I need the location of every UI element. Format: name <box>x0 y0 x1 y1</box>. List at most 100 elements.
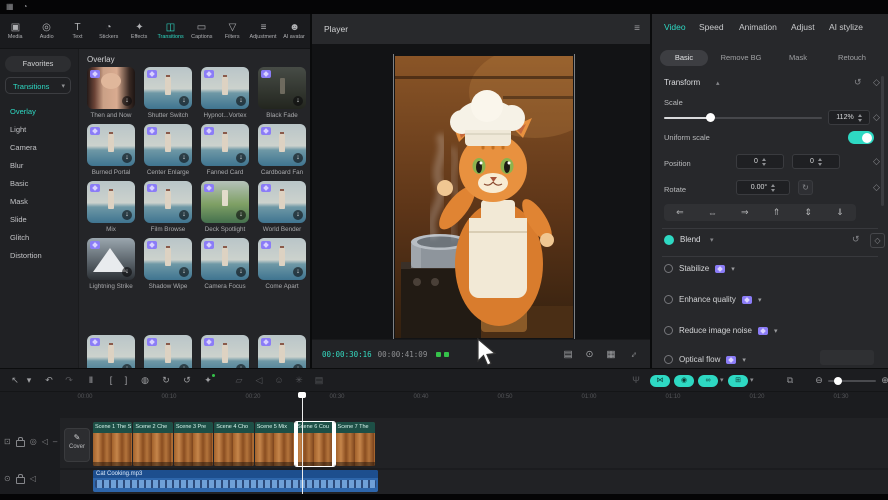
stepper-icon[interactable] <box>762 158 766 166</box>
enhance-quality-checkbox[interactable] <box>664 295 673 304</box>
zoom-in-icon[interactable]: ⊕ <box>878 369 888 393</box>
transition-card-then-and-now[interactable]: ↓Then and Now <box>87 67 135 119</box>
keyframe-icon[interactable]: ◇ <box>870 233 885 248</box>
category-distortion[interactable]: Distortion <box>10 251 42 260</box>
ribbon-tab-adjustment[interactable]: ≡Adjustment <box>248 14 279 48</box>
tab-video[interactable]: Video <box>664 22 686 32</box>
portrait-tool-icon[interactable]: ☺ <box>272 369 286 393</box>
rotate-dial-icon[interactable]: ↻ <box>798 180 813 195</box>
transition-card-black-fade[interactable]: ↓Black Fade <box>258 67 306 119</box>
snapshot-icon[interactable]: ⊙ <box>586 349 594 360</box>
collapse-icon[interactable]: ▴ <box>716 79 720 87</box>
transition-card-hypnot-vortex[interactable]: ↓Hypnot...Vortex <box>201 67 249 119</box>
player-menu-icon[interactable]: ≡ <box>634 14 640 44</box>
transition-card-item[interactable]: ↓ <box>258 335 306 368</box>
snapping-toggle-button[interactable]: ◉ <box>674 375 694 387</box>
category-glitch[interactable]: Glitch <box>10 233 29 242</box>
chevron-down-icon[interactable]: ▾ <box>720 369 724 393</box>
optical-flow-checkbox[interactable] <box>664 355 673 364</box>
freeze-icon[interactable]: ◍ <box>138 369 152 393</box>
chevron-down-icon[interactable]: ▾ <box>742 356 746 364</box>
chevron-down-icon[interactable]: ▾ <box>731 265 735 273</box>
category-basic[interactable]: Basic <box>10 179 28 188</box>
lock-track-icon[interactable] <box>16 440 25 447</box>
audio-clip[interactable]: Cat Cooking.mp3 <box>93 470 378 492</box>
transition-card-item[interactable]: ↓ <box>87 335 135 368</box>
tab-animation[interactable]: Animation <box>739 22 777 32</box>
linking-toggle-button[interactable]: ∞ <box>698 375 718 387</box>
clip-scene-5-mix[interactable]: Scene 5 Mix <box>255 422 294 466</box>
record-voiceover-icon[interactable]: Ψ <box>628 369 644 393</box>
subtab-retouch[interactable]: Retouch <box>826 50 878 66</box>
mute-track-icon[interactable]: ◁ <box>42 437 48 446</box>
download-icon[interactable]: ↓ <box>293 267 303 277</box>
magnet-toggle-button[interactable]: ⋈ <box>650 375 670 387</box>
ribbon-tab-audio[interactable]: ◎Audio <box>31 14 62 48</box>
tab-speed[interactable]: Speed <box>699 22 724 32</box>
hide-track-icon[interactable]: ◎ <box>30 437 37 446</box>
transition-card-world-bender[interactable]: ↓World Bender <box>258 181 306 233</box>
download-icon[interactable]: ↓ <box>293 153 303 163</box>
clip-scene-4-cho[interactable]: Scene 4 Cho <box>214 422 253 466</box>
edit-cover-button[interactable]: ✎ Cover <box>64 428 90 462</box>
playhead[interactable] <box>302 392 303 494</box>
transition-card-fanned-card[interactable]: ↓Fanned Card <box>201 124 249 176</box>
chevron-down-icon[interactable]: ▾ <box>710 236 714 244</box>
chevron-down-icon[interactable]: ▾ <box>774 327 778 335</box>
ratio-icon[interactable]: ▤ <box>564 349 573 360</box>
download-icon[interactable]: ↓ <box>179 96 189 106</box>
transition-card-come-apart[interactable]: ↓Come Apart <box>258 238 306 290</box>
magic-wand-icon[interactable]: ✦ <box>201 369 215 393</box>
chevron-down-icon[interactable]: ▾ <box>758 296 762 304</box>
clip-scene-7-the[interactable]: Scene 7 The <box>336 422 375 466</box>
retouch-tool-icon[interactable]: ✳ <box>292 369 306 393</box>
transition-card-camera-focus[interactable]: ↓Camera Focus <box>201 238 249 290</box>
keyframe-icon[interactable]: ◇ <box>873 156 880 167</box>
download-icon[interactable]: ↓ <box>122 153 132 163</box>
position-x-field[interactable]: 0 <box>736 154 784 169</box>
caption-tool-icon[interactable]: ▤ <box>312 369 326 393</box>
transition-card-lightning-strike[interactable]: ↓Lightning Strike <box>87 238 135 290</box>
reduce-image-noise-checkbox[interactable] <box>664 326 673 335</box>
stabilize-checkbox[interactable] <box>664 264 673 273</box>
keyframe-icon[interactable]: ◇ <box>873 182 880 193</box>
transition-card-shutter-switch[interactable]: ↓Shutter Switch <box>144 67 192 119</box>
transition-card-cardboard-fan[interactable]: ↓Cardboard Fan <box>258 124 306 176</box>
download-icon[interactable]: ↓ <box>236 210 246 220</box>
clip-scene-1-the-s[interactable]: Scene 1 The S <box>93 422 132 466</box>
reverse-icon[interactable]: ↺ <box>180 369 194 393</box>
align-center-horizontal-icon[interactable]: ⇔ <box>708 208 717 218</box>
chevron-down-icon[interactable]: ▾ <box>750 369 754 393</box>
record-audio-icon[interactable]: ⊙ <box>4 474 11 483</box>
delete-right-icon[interactable]: ] <box>119 369 133 393</box>
ribbon-tab-captions[interactable]: ▭Captions <box>186 14 217 48</box>
screen-mirror-icon[interactable]: ⧉ <box>782 369 798 393</box>
position-y-field[interactable]: 0 <box>792 154 840 169</box>
zoom-out-icon[interactable]: ⊖ <box>812 369 826 393</box>
clip-scene-2-che[interactable]: Scene 2 Che <box>133 422 172 466</box>
ribbon-tab-transitions[interactable]: ◫Transitions <box>155 14 186 48</box>
scale-slider-knob[interactable] <box>706 113 715 122</box>
rotate-clip-icon[interactable]: ↻ <box>159 369 173 393</box>
transition-card-item[interactable]: ↓ <box>144 335 192 368</box>
mute-track-icon[interactable]: ◁ <box>30 474 36 483</box>
reset-icon[interactable]: ↺ <box>852 234 860 245</box>
stepper-icon[interactable] <box>771 184 775 192</box>
fullscreen-icon[interactable]: ⇔ <box>629 349 639 360</box>
audio-tool-icon[interactable]: ◁ <box>252 369 266 393</box>
download-icon[interactable]: ↓ <box>179 210 189 220</box>
category-camera[interactable]: Camera <box>10 143 37 152</box>
category-overlay[interactable]: Overlay <box>10 107 36 116</box>
category-blur[interactable]: Blur <box>10 161 23 170</box>
transition-card-deck-spotlight[interactable]: ↓Deck Spotlight <box>201 181 249 233</box>
stepper-icon[interactable] <box>858 114 862 122</box>
tab-adjust[interactable]: Adjust <box>791 22 815 32</box>
category-light[interactable]: Light <box>10 125 26 134</box>
ribbon-tab-ai-avatar[interactable]: ☻AI avatar <box>279 14 310 48</box>
transition-card-film-browse[interactable]: ↓Film Browse <box>144 181 192 233</box>
download-icon[interactable]: ↓ <box>236 96 246 106</box>
clock-icon[interactable]: ◔ <box>23 1 28 13</box>
align-left-icon[interactable]: ⇐ <box>676 207 684 218</box>
download-icon[interactable]: ↓ <box>122 267 132 277</box>
download-icon[interactable]: ↓ <box>122 96 132 106</box>
